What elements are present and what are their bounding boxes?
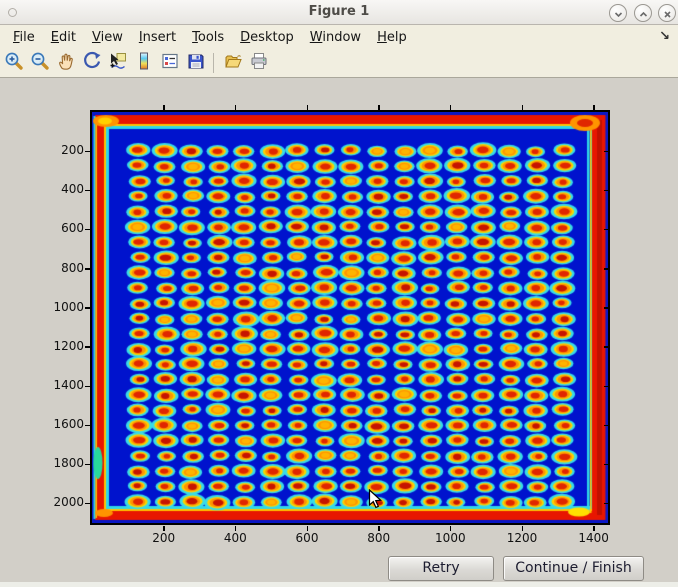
y-tick-right (604, 346, 609, 348)
retry-button[interactable]: Retry (388, 556, 494, 581)
shade-button[interactable] (609, 4, 627, 22)
y-tick-label: 600 (38, 221, 84, 236)
y-tick-label: 1600 (38, 417, 84, 432)
x-tick-top (378, 105, 380, 110)
colorbar-button[interactable] (132, 51, 156, 75)
y-tick (85, 425, 90, 427)
menu-item-edit[interactable]: Edit (51, 30, 76, 45)
menu-bar: File Edit View Insert Tools Desktop Window Help… (0, 25, 678, 50)
rotate-3d-button[interactable] (80, 51, 104, 75)
colorbar-icon (134, 51, 154, 75)
x-tick-top (450, 105, 452, 110)
legend-icon (160, 51, 180, 75)
maximize-button[interactable] (634, 4, 652, 22)
data-cursor-icon (108, 51, 128, 75)
x-tick-top (522, 105, 524, 110)
x-tick-label: 1200 (500, 531, 544, 546)
open-file-button[interactable] (221, 51, 245, 75)
menu-item-insert[interactable]: Insert (139, 30, 176, 45)
titlebar: Figure 1 (0, 0, 678, 25)
zoom-in-icon (4, 51, 24, 75)
open-folder-icon (223, 51, 243, 75)
y-tick-label: 200 (38, 143, 84, 158)
menu-item-help[interactable]: Help (377, 30, 407, 45)
y-tick-right (604, 151, 609, 153)
close-button[interactable] (658, 4, 676, 22)
menu-item-view[interactable]: View (92, 30, 123, 45)
zoom-out-button[interactable] (28, 51, 52, 75)
y-tick (85, 229, 90, 231)
x-tick-top (235, 105, 237, 110)
data-cursor-button[interactable] (106, 51, 130, 75)
window-bottom-edge (0, 582, 678, 587)
x-tick-label: 200 (142, 531, 186, 546)
zoom-in-button[interactable] (2, 51, 26, 75)
y-tick (85, 268, 90, 270)
x-tick-label: 800 (357, 531, 401, 546)
toolbar (0, 49, 678, 78)
print-icon (249, 51, 269, 75)
y-tick-label: 1200 (38, 339, 84, 354)
window-menu-button[interactable] (8, 8, 17, 17)
y-tick (85, 503, 90, 505)
x-tick-top (163, 105, 165, 110)
y-tick-right (604, 307, 609, 309)
rotate-3d-icon (82, 51, 102, 75)
figure-window: Figure 1 File Edit View Insert Tools Desktop W… (0, 0, 678, 587)
y-tick-right (604, 425, 609, 427)
menu-item-tools[interactable]: Tools (192, 30, 224, 45)
figure-plot-canvas[interactable] (92, 112, 608, 523)
y-tick-right (604, 268, 609, 270)
pan-button[interactable] (54, 51, 78, 75)
y-tick (85, 464, 90, 466)
y-tick-label: 1000 (38, 300, 84, 315)
y-tick (85, 346, 90, 348)
y-tick-label: 1400 (38, 378, 84, 393)
y-tick (85, 190, 90, 192)
continue-finish-button[interactable]: Continue / Finish (503, 556, 644, 581)
y-tick-right (604, 229, 609, 231)
y-tick-right (604, 464, 609, 466)
y-tick-right (604, 503, 609, 505)
y-tick-right (604, 190, 609, 192)
x-tick-top (593, 105, 595, 110)
x-tick-top (307, 105, 309, 110)
chevron-up-icon (639, 4, 648, 23)
print-button[interactable] (247, 51, 271, 75)
zoom-out-icon (30, 51, 50, 75)
dock-figure-button[interactable]: ↘ (659, 25, 670, 49)
menu-item-desktop[interactable]: Desktop (240, 30, 294, 45)
y-tick-label: 1800 (38, 456, 84, 471)
menu-item-file[interactable]: File (13, 30, 35, 45)
chevron-down-icon (614, 4, 623, 23)
save-button[interactable] (184, 51, 208, 75)
toolbar-separator (213, 53, 214, 73)
x-tick-label: 400 (213, 531, 257, 546)
y-tick (85, 386, 90, 388)
x-tick-label: 1400 (572, 531, 616, 546)
pan-icon (56, 51, 76, 75)
x-tick-label: 1000 (428, 531, 472, 546)
y-tick-label: 2000 (38, 495, 84, 510)
y-tick-label: 800 (38, 261, 84, 276)
y-tick-right (604, 386, 609, 388)
y-tick (85, 151, 90, 153)
menu-item-window[interactable]: Window (310, 30, 361, 45)
close-icon (663, 4, 672, 23)
save-icon (186, 51, 206, 75)
window-title: Figure 1 (0, 0, 678, 24)
legend-button[interactable] (158, 51, 182, 75)
y-tick (85, 307, 90, 309)
y-tick-label: 400 (38, 182, 84, 197)
x-tick-label: 600 (285, 531, 329, 546)
